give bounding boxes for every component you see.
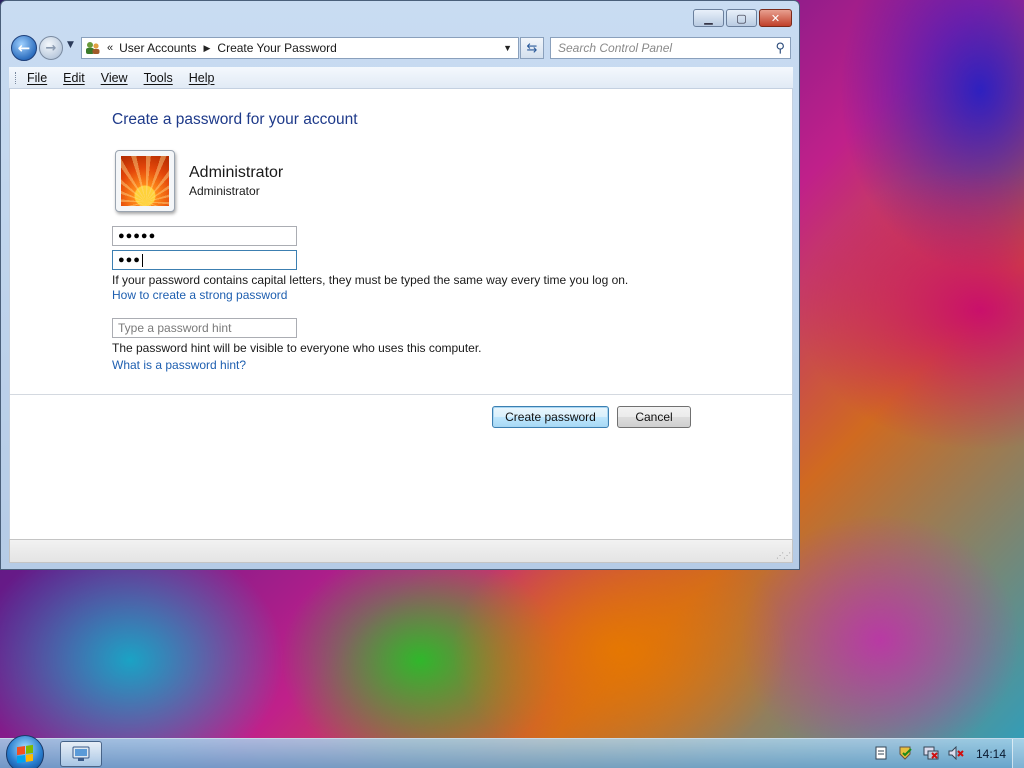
menu-edit[interactable]: Edit bbox=[63, 71, 85, 85]
maximize-button[interactable]: ▢ bbox=[726, 9, 757, 27]
show-desktop-button[interactable] bbox=[1012, 739, 1024, 768]
user-name: Administrator bbox=[189, 164, 284, 181]
taskbar: 14:14 bbox=[0, 735, 1024, 768]
cancel-button[interactable]: Cancel bbox=[617, 406, 691, 428]
search-placeholder: Search Control Panel bbox=[558, 41, 673, 55]
user-picture bbox=[121, 156, 169, 206]
notification-area bbox=[873, 745, 964, 761]
password-hint-placeholder: Type a password hint bbox=[118, 321, 232, 335]
new-password-value: ●●●●● bbox=[118, 230, 157, 242]
search-icon[interactable]: ⚲ bbox=[775, 40, 785, 56]
volume-muted-icon[interactable] bbox=[948, 745, 964, 761]
address-bar[interactable]: « User Accounts ▶ Create Your Password ▼ bbox=[81, 37, 519, 59]
recent-pages-button[interactable]: ▼ bbox=[67, 40, 74, 50]
user-accounts-icon bbox=[85, 41, 101, 55]
user-account-type: Administrator bbox=[189, 184, 260, 198]
action-center-icon[interactable] bbox=[898, 745, 914, 761]
text-caret bbox=[141, 253, 143, 267]
control-panel-icon bbox=[72, 746, 90, 761]
password-hint-field[interactable]: Type a password hint bbox=[112, 318, 297, 338]
breadcrumb-user-accounts[interactable]: User Accounts bbox=[119, 41, 196, 55]
search-input[interactable]: Search Control Panel ⚲ bbox=[550, 37, 791, 59]
content-pane: Create a password for your account Admin… bbox=[9, 89, 793, 539]
confirm-password-value: ●●● bbox=[118, 254, 141, 266]
control-panel-window: ▁ ▢ ✕ ← → ▼ « User Accounts ▶ Create You… bbox=[0, 0, 800, 570]
divider bbox=[10, 394, 792, 395]
breadcrumb-arrow-icon[interactable]: ▶ bbox=[204, 43, 211, 54]
minimize-icon: ▁ bbox=[704, 11, 713, 25]
password-hint-link[interactable]: What is a password hint? bbox=[112, 358, 246, 372]
caption-buttons: ▁ ▢ ✕ bbox=[693, 9, 792, 27]
breadcrumb-overflow[interactable]: « bbox=[107, 42, 113, 54]
status-bar: ⋰⋰ bbox=[9, 539, 793, 563]
forward-arrow-icon: → bbox=[45, 40, 57, 56]
confirm-password-field[interactable]: ●●● bbox=[112, 250, 297, 270]
new-password-field[interactable]: ●●●●● bbox=[112, 226, 297, 246]
refresh-icon: ⇆ bbox=[526, 40, 538, 56]
chevron-down-icon: ▼ bbox=[67, 40, 74, 50]
taskbar-control-panel-button[interactable] bbox=[60, 741, 102, 767]
back-button[interactable]: ← bbox=[11, 35, 37, 61]
strong-password-link[interactable]: How to create a strong password bbox=[112, 288, 287, 302]
start-button[interactable] bbox=[6, 735, 44, 768]
create-password-button[interactable]: Create password bbox=[492, 406, 609, 428]
page-title: Create a password for your account bbox=[112, 111, 358, 128]
forward-button[interactable]: → bbox=[39, 36, 63, 60]
refresh-button[interactable]: ⇆ bbox=[520, 37, 544, 59]
menu-tools[interactable]: Tools bbox=[144, 71, 173, 85]
close-icon: ✕ bbox=[770, 11, 781, 25]
menu-file[interactable]: File bbox=[27, 71, 47, 85]
maximize-icon: ▢ bbox=[736, 11, 747, 25]
resize-grip-icon[interactable]: ⋰⋰ bbox=[776, 551, 791, 560]
close-button[interactable]: ✕ bbox=[759, 9, 792, 27]
back-arrow-icon: ← bbox=[17, 39, 31, 57]
minimize-button[interactable]: ▁ bbox=[693, 9, 724, 27]
notes-icon[interactable] bbox=[873, 745, 889, 761]
windows-logo-icon bbox=[17, 744, 33, 764]
hint-note: The password hint will be visible to eve… bbox=[112, 341, 482, 355]
breadcrumb-create-password[interactable]: Create Your Password bbox=[217, 41, 336, 55]
menu-grip bbox=[15, 72, 18, 84]
navigation-bar: ← → ▼ « User Accounts ▶ Create Your Pass… bbox=[9, 35, 793, 61]
menu-bar: File Edit View Tools Help bbox=[9, 67, 793, 89]
taskbar-clock[interactable]: 14:14 bbox=[976, 747, 1006, 761]
network-icon[interactable] bbox=[923, 745, 939, 761]
menu-help[interactable]: Help bbox=[189, 71, 215, 85]
caps-note: If your password contains capital letter… bbox=[112, 273, 629, 287]
user-picture-frame bbox=[115, 150, 175, 212]
address-dropdown-icon[interactable]: ▼ bbox=[503, 43, 512, 53]
menu-view[interactable]: View bbox=[101, 71, 128, 85]
